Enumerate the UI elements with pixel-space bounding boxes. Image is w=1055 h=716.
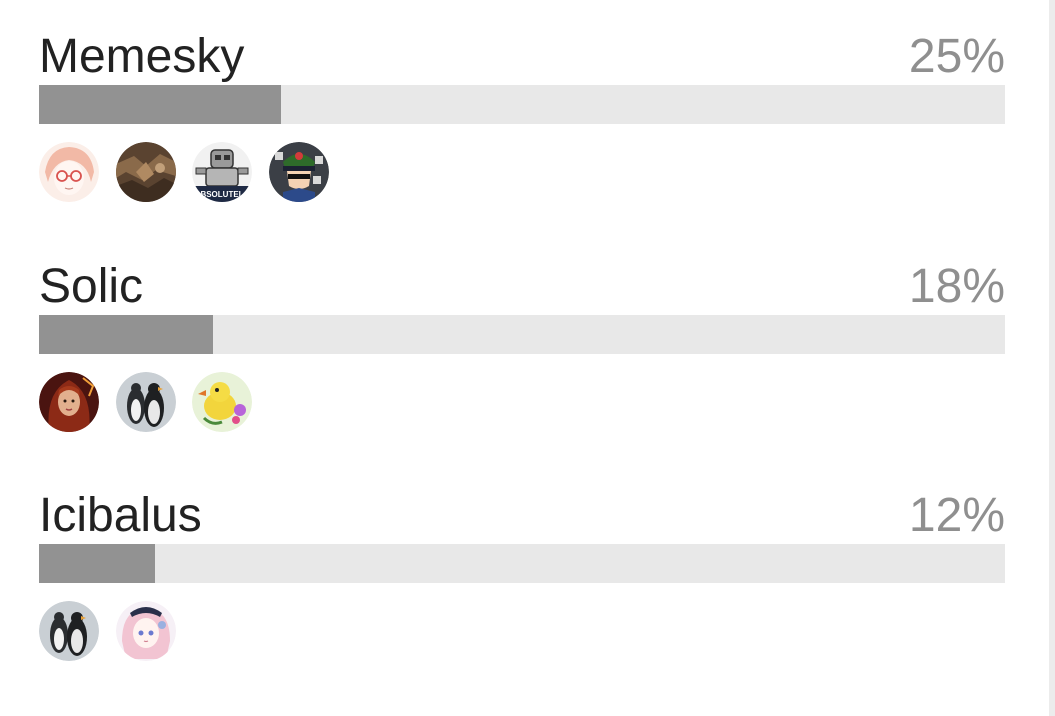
avatar-penguins[interactable] bbox=[116, 372, 176, 432]
option-percent: 18% bbox=[908, 260, 1005, 313]
avatar-badge-text: BSOLUTEL bbox=[200, 190, 243, 199]
voter-avatars: BSOLUTEL bbox=[39, 142, 1005, 202]
option-header: Icibalus 12% bbox=[39, 459, 1005, 544]
option-percent: 25% bbox=[908, 30, 1005, 83]
avatar-brown-texture[interactable] bbox=[116, 142, 176, 202]
option-label: Memesky bbox=[39, 30, 245, 83]
option-label: Icibalus bbox=[39, 489, 202, 542]
avatar-penguins[interactable] bbox=[39, 601, 99, 661]
option-label: Solic bbox=[39, 260, 144, 313]
progress-bar-fill bbox=[39, 85, 281, 124]
avatar-red-hair-woman[interactable] bbox=[39, 372, 99, 432]
progress-bar-track bbox=[39, 315, 1005, 354]
avatar-pink-hair-anime[interactable] bbox=[116, 601, 176, 661]
option-percent: 12% bbox=[908, 489, 1005, 542]
avatar-anime-girl-glasses[interactable] bbox=[39, 142, 99, 202]
poll-option-memesky[interactable]: Memesky 25% BSOLUTEL bbox=[39, 0, 1005, 210]
progress-bar-fill bbox=[39, 315, 213, 354]
option-header: Memesky 25% bbox=[39, 0, 1005, 85]
scrollbar-edge bbox=[1049, 0, 1055, 716]
voter-avatars bbox=[39, 601, 1005, 661]
progress-bar-track bbox=[39, 85, 1005, 124]
poll-option-solic[interactable]: Solic 18% bbox=[39, 230, 1005, 440]
avatar-yellow-bird[interactable] bbox=[192, 372, 252, 432]
option-header: Solic 18% bbox=[39, 230, 1005, 315]
poll-option-icibalus[interactable]: Icibalus 12% bbox=[39, 459, 1005, 669]
progress-bar-track bbox=[39, 544, 1005, 583]
progress-bar-fill bbox=[39, 544, 155, 583]
avatar-cartoon-captain[interactable] bbox=[269, 142, 329, 202]
voter-avatars bbox=[39, 372, 1005, 432]
avatar-absolutely-robot[interactable]: BSOLUTEL bbox=[192, 142, 252, 202]
